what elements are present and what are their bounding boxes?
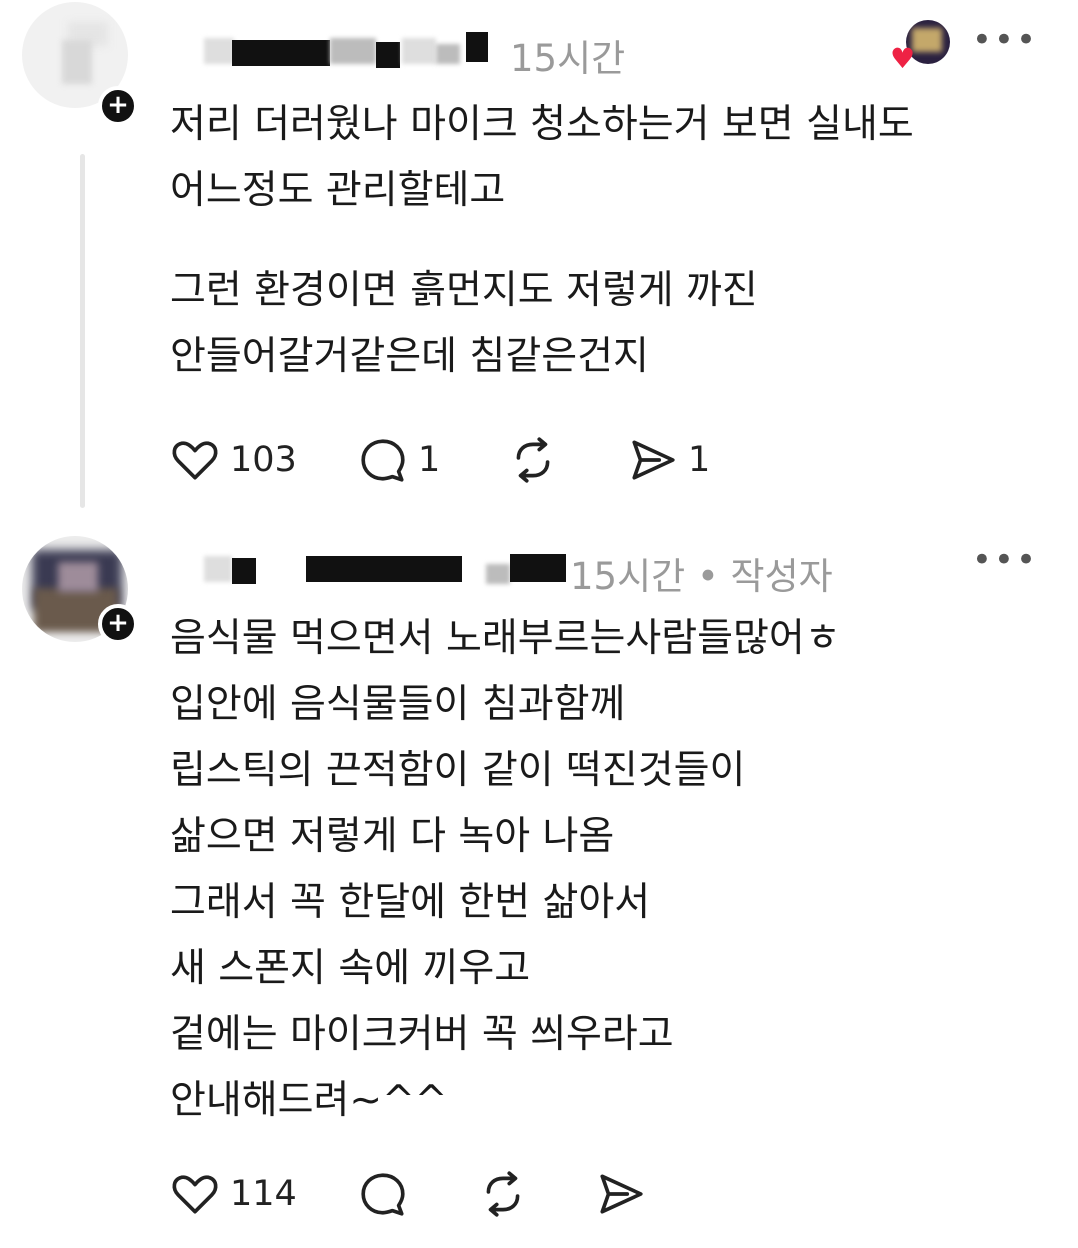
body-line: 립스틱의 끈적함이 같이 떡진것들이: [170, 748, 746, 793]
body-line: 어느정도 관리할테고: [170, 168, 506, 213]
more-horizontal-icon[interactable]: •••: [972, 540, 1038, 580]
repost-icon: [516, 437, 550, 483]
send-icon: [632, 440, 675, 480]
timestamp-and-author-badge: 15시간 • 작성자: [570, 546, 833, 600]
repost-icon: [486, 1171, 520, 1217]
body-line: 음식물 먹으면서 노래부르는사람들많어ㅎ: [170, 616, 841, 661]
paragraph: 저리 더러웠나 마이크 청소하는거 보면 실내도 어느정도 관리할테고: [170, 92, 914, 224]
timestamp: 15시간: [570, 555, 686, 598]
follow-plus-icon[interactable]: +: [98, 86, 138, 126]
author-badge: • 작성자: [696, 555, 833, 598]
timestamp: 15시간: [510, 37, 626, 80]
like-button[interactable]: 103: [170, 430, 297, 490]
share-button[interactable]: [596, 1164, 646, 1224]
more-horizontal-icon[interactable]: •••: [972, 20, 1038, 60]
like-button[interactable]: 114: [170, 1164, 297, 1224]
thread-connector-line: [80, 154, 85, 508]
comment-icon: [361, 1173, 405, 1216]
comment-icon: [361, 439, 405, 482]
paragraph: 그런 환경이면 흙먼지도 저렇게 까진 안들어갈거같은데 침같은건지: [170, 258, 914, 390]
body-line: 안들어갈거같은데 침같은건지: [170, 334, 649, 379]
heart-icon: [172, 1175, 218, 1214]
repost-button[interactable]: [478, 1164, 528, 1224]
share-button[interactable]: 1: [628, 430, 710, 490]
like-count: 114: [230, 1174, 297, 1214]
heart-badge-icon: ♥: [890, 42, 916, 75]
body-line: 삶으면 저렇게 다 녹아 나옴: [170, 814, 615, 859]
heart-icon: [172, 441, 218, 480]
body-line: 그런 환경이면 흙먼지도 저렇게 까진: [170, 268, 758, 313]
body-line: 그래서 꼭 한달에 한번 삶아서: [170, 880, 651, 925]
repost-button[interactable]: [508, 430, 558, 490]
like-count: 103: [230, 440, 297, 480]
body-line: 겉에는 마이크커버 꼭 씌우라고: [170, 1012, 674, 1057]
comment-body: 저리 더러웠나 마이크 청소하는거 보면 실내도 어느정도 관리할테고 그런 환…: [170, 92, 914, 390]
follow-plus-icon[interactable]: +: [98, 604, 138, 644]
body-line: 저리 더러웠나 마이크 청소하는거 보면 실내도: [170, 102, 914, 147]
body-line: 새 스폰지 속에 끼우고: [170, 946, 531, 991]
body-line: 입안에 음식물들이 침과함께: [170, 682, 626, 727]
reply-button[interactable]: 1: [358, 430, 440, 490]
comment-2: + 15시간 • 작성자 ••• 음식물 먹으면서 노래부르는사람들많어ㅎ 입안…: [0, 520, 1078, 1248]
comment-body: 음식물 먹으면서 노래부르는사람들많어ㅎ 입안에 음식물들이 침과함께 립스틱의…: [170, 606, 841, 1134]
share-count: 1: [688, 440, 711, 480]
send-icon: [600, 1174, 643, 1214]
comment-1: + 15시간 ♥ ••• 저리 더러웠나 마이크 청소하는거 보면 실내도 어느…: [0, 0, 1078, 520]
reply-button[interactable]: [358, 1164, 408, 1224]
body-line: 안내해드려~^^: [170, 1078, 448, 1123]
reply-count: 1: [418, 440, 441, 480]
